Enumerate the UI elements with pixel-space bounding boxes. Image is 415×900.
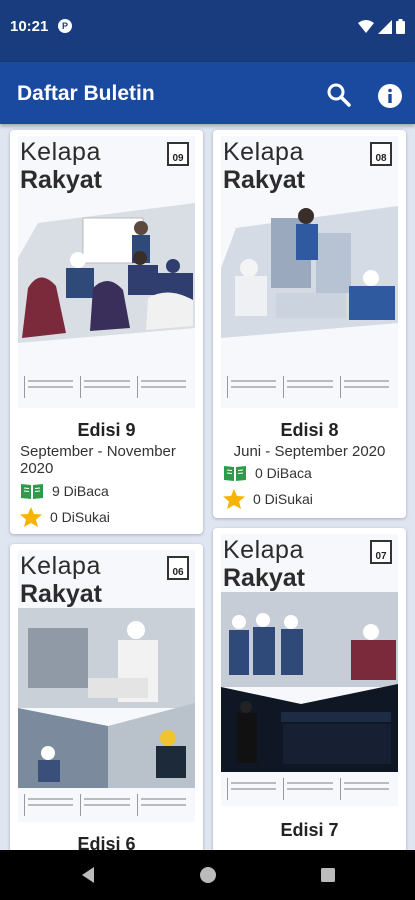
wifi-icon	[358, 19, 374, 33]
cover-subtitle: Rakyat	[223, 564, 305, 592]
bulletin-card[interactable]: Kelapa Rakyat 06 Edisi 6	[10, 544, 203, 850]
notification-app-icon: P	[58, 19, 72, 33]
read-count: 0 DiBaca	[223, 464, 312, 482]
edition-period: September - November 2020	[20, 443, 176, 477]
bulletin-card[interactable]: Kelapa Rakyat 08 Edisi 8 Juni - Septembe…	[213, 130, 406, 518]
signal-icon	[378, 19, 392, 34]
cover-edition-number: 07	[370, 540, 392, 564]
cover-subtitle: Rakyat	[223, 166, 305, 194]
cover-edition-number: 06	[167, 556, 189, 580]
bulletin-grid: Kelapa Rakyat 09 Edisi 9 September - Nov…	[0, 124, 415, 850]
back-icon[interactable]	[63, 850, 113, 900]
app-bar: Daftar Buletin	[0, 62, 415, 124]
cover-footer	[24, 794, 189, 816]
cover-photo	[221, 206, 398, 338]
status-icons	[358, 19, 405, 34]
cover-footer	[227, 778, 392, 800]
cover-photo	[18, 203, 195, 343]
edition-title: Edisi 8	[280, 420, 339, 440]
like-count-label: 0 DiSukai	[253, 491, 313, 507]
read-count-label: 9 DiBaca	[52, 483, 109, 499]
bulletin-cover: Kelapa Rakyat 08	[221, 136, 398, 408]
like-count: 0 DiSukai	[223, 489, 313, 509]
bulletin-cover: Kelapa Rakyat 09	[18, 136, 195, 408]
status-bar: 10:21 P	[0, 0, 415, 62]
cover-photo	[18, 608, 195, 788]
edition-title: Edisi 9	[77, 420, 136, 440]
like-count: 0 DiSukai	[20, 507, 110, 527]
star-icon	[20, 507, 42, 527]
cover-title: Kelapa	[223, 138, 304, 166]
book-icon	[21, 484, 43, 499]
info-icon[interactable]	[378, 84, 402, 108]
edition-period: Juni - September 2020	[233, 443, 386, 460]
like-count-label: 0 DiSukai	[50, 509, 110, 525]
cover-edition-number: 09	[167, 142, 189, 166]
edition-title: Edisi 6	[77, 834, 136, 850]
home-icon[interactable]	[183, 850, 233, 900]
bulletin-card[interactable]: Kelapa Rakyat 09 Edisi 9 September - Nov…	[10, 130, 203, 534]
bulletin-cover: Kelapa Rakyat 07	[221, 534, 398, 806]
cover-subtitle: Rakyat	[20, 580, 102, 608]
cover-photo	[221, 592, 398, 772]
cover-title: Kelapa	[223, 536, 304, 564]
cover-subtitle: Rakyat	[20, 166, 102, 194]
bulletin-cover: Kelapa Rakyat 06	[18, 550, 195, 822]
status-time: 10:21	[10, 18, 49, 35]
book-icon	[224, 466, 246, 481]
cover-footer	[24, 376, 189, 398]
edition-title: Edisi 7	[280, 820, 339, 840]
cover-title: Kelapa	[20, 138, 101, 166]
cover-footer	[227, 376, 392, 398]
battery-icon	[396, 19, 405, 34]
star-icon	[223, 489, 245, 509]
cover-edition-number: 08	[370, 142, 392, 166]
cover-title: Kelapa	[20, 552, 101, 580]
recents-icon[interactable]	[303, 850, 353, 900]
bulletin-card[interactable]: Kelapa Rakyat 07 Edisi 7	[213, 528, 406, 850]
read-count: 9 DiBaca	[20, 482, 109, 500]
system-navigation-bar	[0, 850, 415, 900]
read-count-label: 0 DiBaca	[255, 465, 312, 481]
page-title: Daftar Buletin	[17, 82, 155, 105]
search-icon[interactable]	[326, 82, 352, 108]
